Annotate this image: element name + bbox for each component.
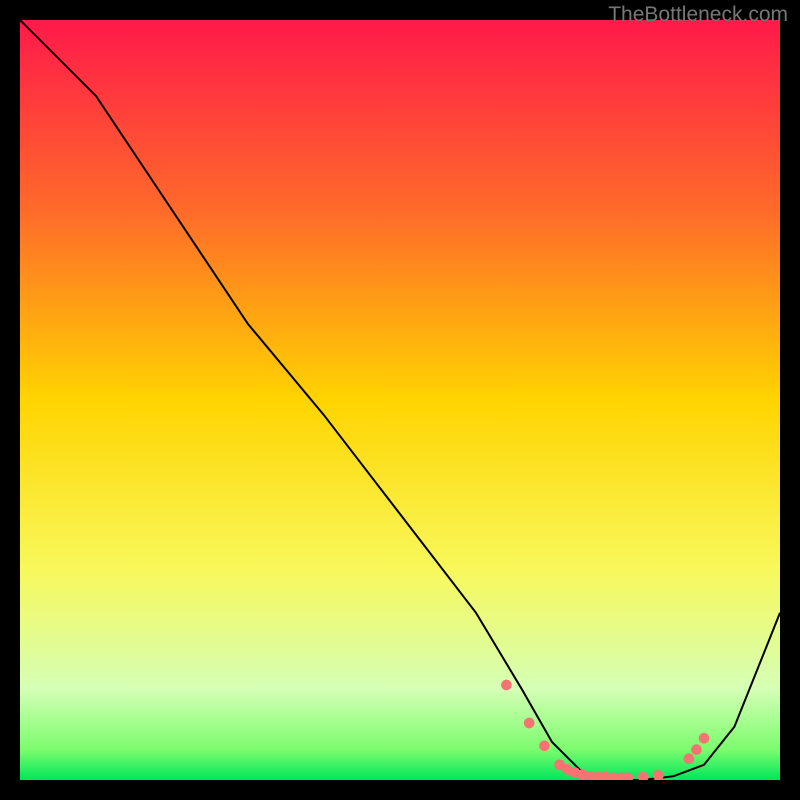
gradient-background: [20, 20, 780, 780]
chart-container: TheBottleneck.com: [0, 0, 800, 800]
watermark-text: TheBottleneck.com: [608, 3, 788, 27]
plot-area: [20, 20, 780, 780]
